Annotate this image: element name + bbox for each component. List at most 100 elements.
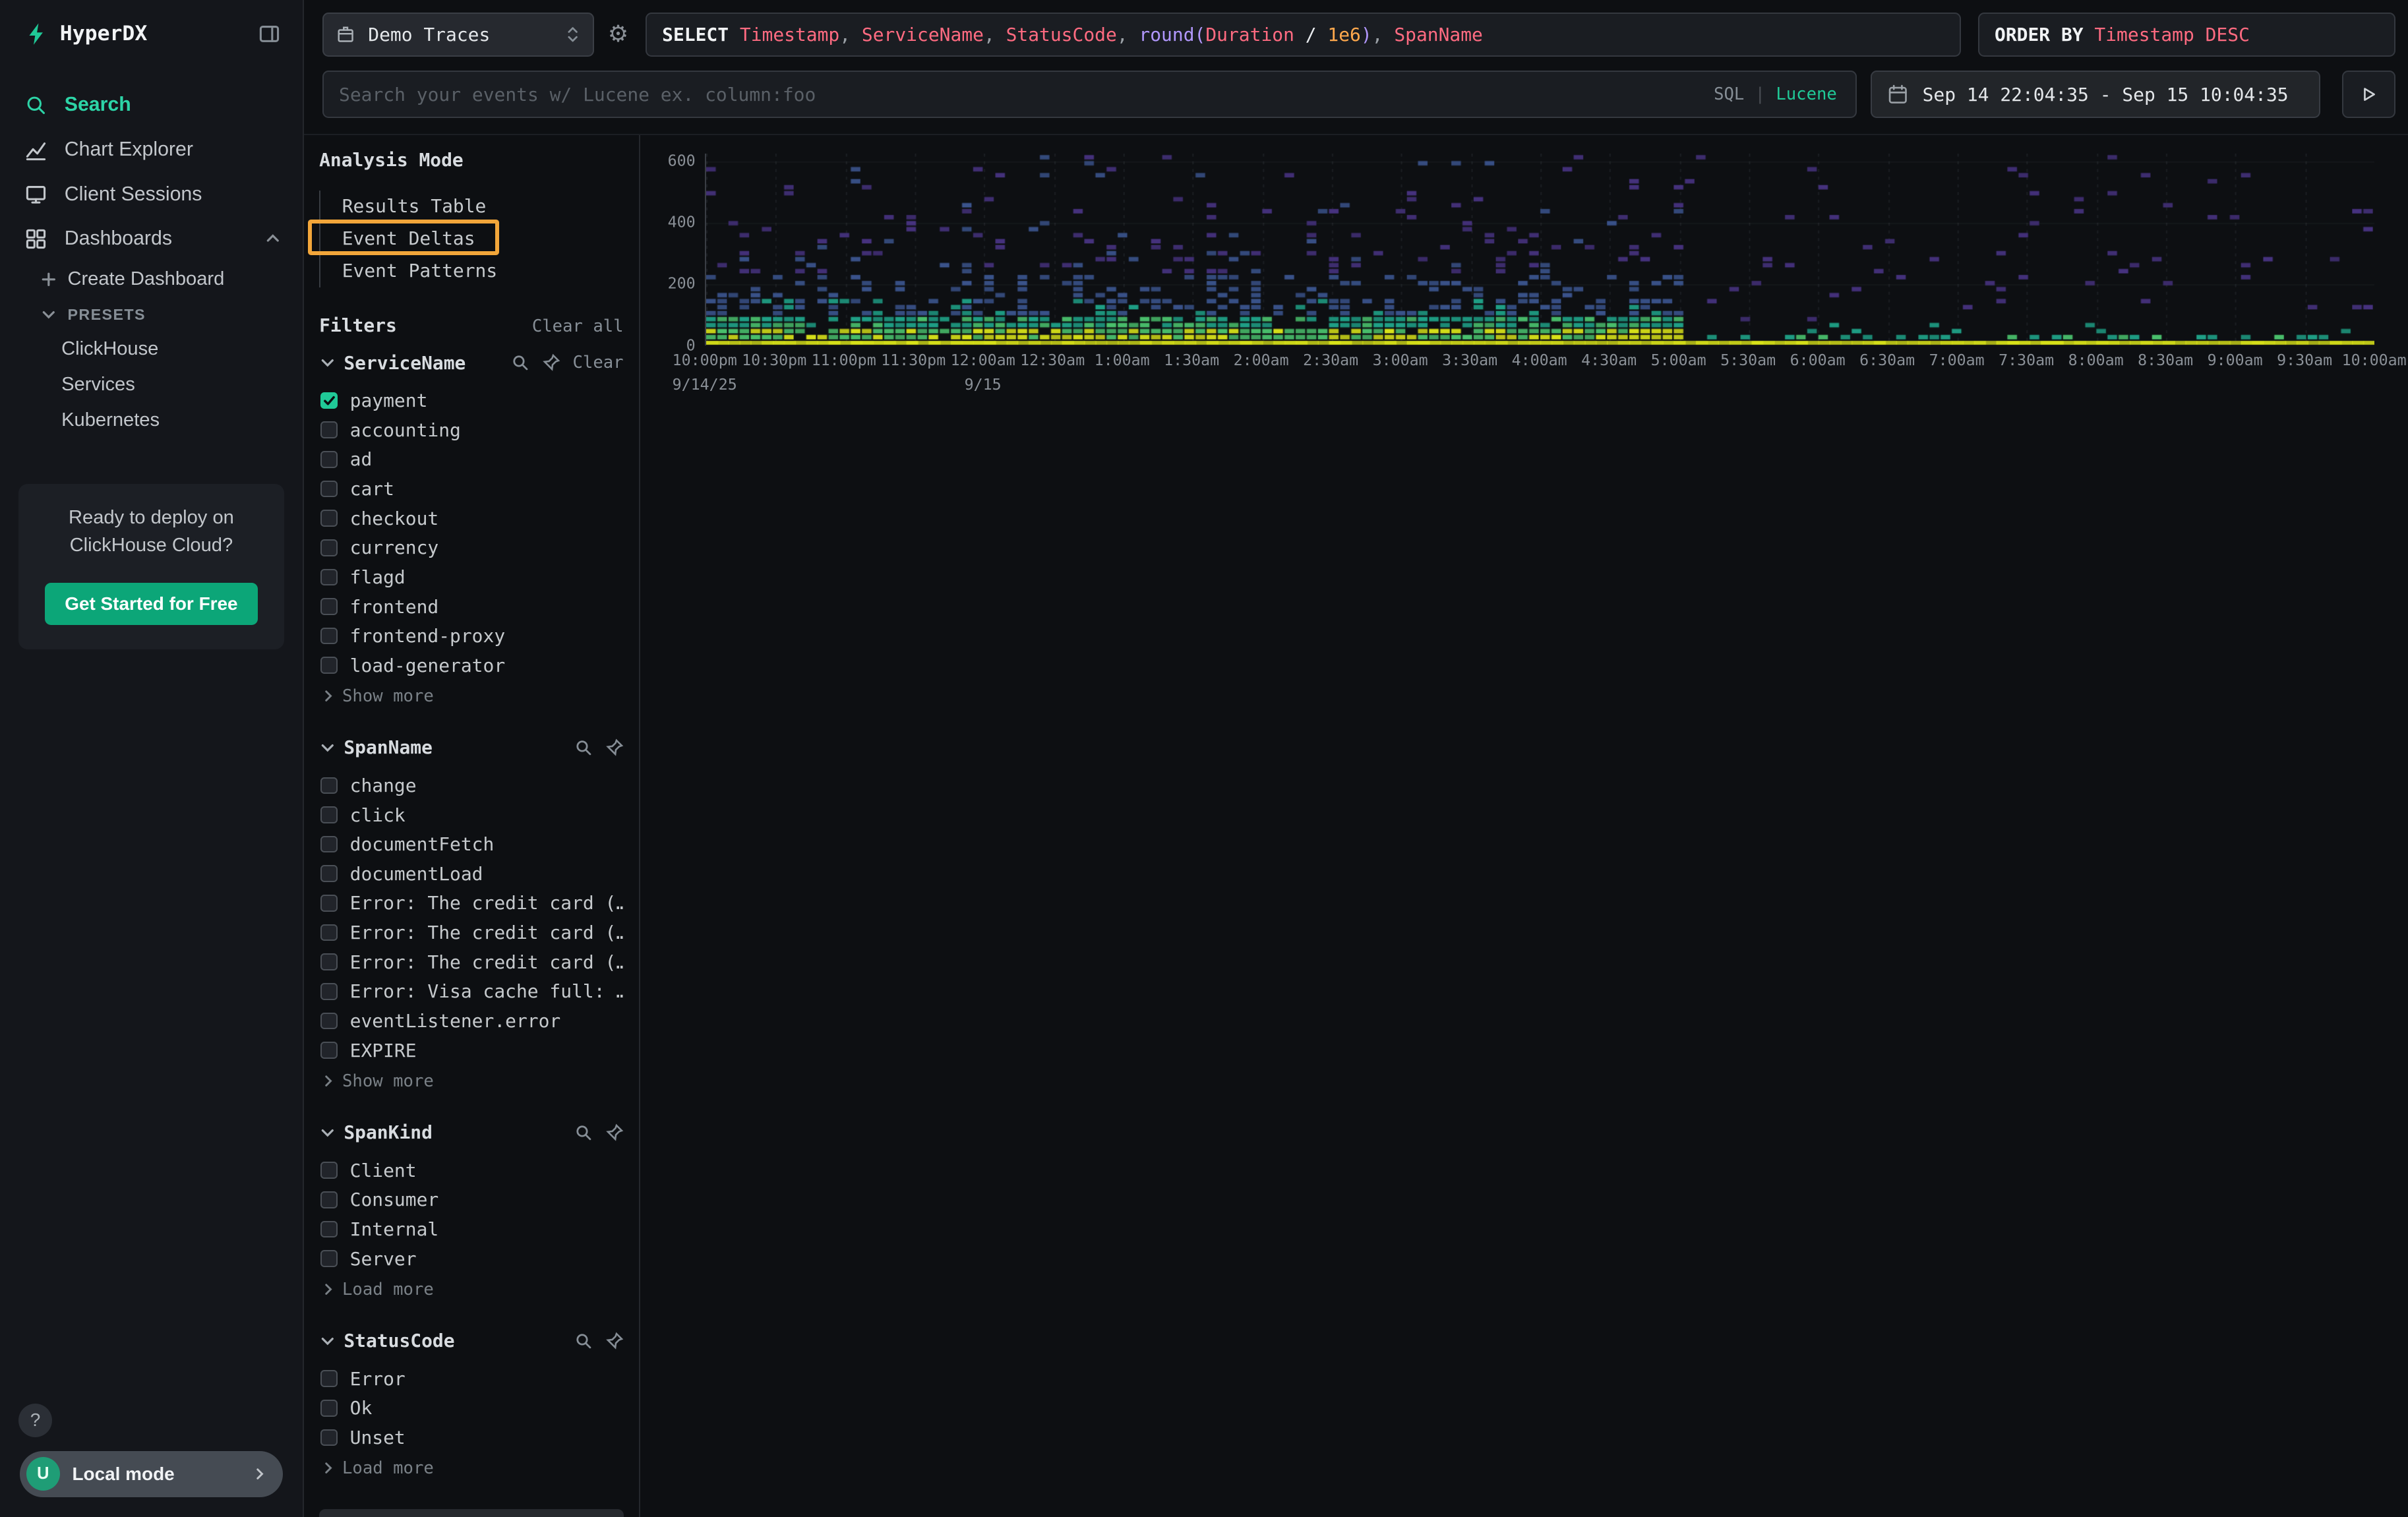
search-icon[interactable]	[511, 353, 529, 372]
order-by-input[interactable]: ORDER BY Timestamp DESC	[1978, 13, 2395, 57]
chevron-right-icon	[320, 1460, 336, 1475]
checkbox[interactable]	[320, 1042, 338, 1059]
filter-group-header[interactable]: StatusCode	[319, 1330, 623, 1352]
more-filters-button[interactable]: More filters	[319, 1509, 623, 1517]
checkbox[interactable]	[320, 983, 338, 1000]
get-started-button[interactable]: Get Started for Free	[45, 583, 258, 626]
run-query-button[interactable]	[2342, 71, 2396, 118]
checkbox[interactable]	[320, 1162, 338, 1179]
checkbox[interactable]	[320, 569, 338, 586]
checkbox[interactable]	[320, 657, 338, 674]
pin-icon[interactable]	[542, 353, 560, 372]
checkbox[interactable]	[320, 510, 338, 527]
presets-toggle[interactable]: PRESETS	[40, 298, 303, 331]
checkbox[interactable]	[320, 628, 338, 645]
source-select[interactable]: Demo Traces	[322, 13, 594, 57]
filter-checkbox-item[interactable]: Error: The credit card (…	[319, 947, 623, 977]
filter-group-header[interactable]: SpanKind	[319, 1121, 623, 1143]
pin-icon[interactable]	[605, 738, 624, 757]
checkbox[interactable]	[320, 598, 338, 615]
help-button[interactable]: ?	[18, 1404, 52, 1437]
heatmap-plot[interactable]	[705, 154, 2374, 345]
filter-group-header[interactable]: ServiceNameClear	[319, 352, 623, 374]
checkbox[interactable]	[320, 865, 338, 882]
analysis-mode-option[interactable]: Results Table	[320, 191, 623, 223]
sql-language-toggle[interactable]: SQL	[1714, 84, 1744, 104]
checkbox[interactable]	[320, 451, 338, 468]
filter-checkbox-item[interactable]: cart	[319, 474, 623, 504]
filter-checkbox-item[interactable]: Unset	[319, 1423, 623, 1452]
sidebar-item-services[interactable]: Services	[40, 367, 303, 402]
checkbox[interactable]	[320, 1191, 338, 1208]
local-mode-button[interactable]: U Local mode	[20, 1451, 282, 1497]
checkbox[interactable]	[320, 777, 338, 794]
checkbox[interactable]	[320, 421, 338, 438]
sql-select-input[interactable]: SELECT Timestamp, ServiceName, StatusCod…	[646, 13, 1961, 57]
filter-checkbox-item[interactable]: change	[319, 771, 623, 800]
sidebar-item-chart-explorer[interactable]: Chart Explorer	[0, 127, 303, 172]
filter-checkbox-item[interactable]: load-generator	[319, 651, 623, 680]
sidebar-item-client-sessions[interactable]: Client Sessions	[0, 172, 303, 217]
checkbox[interactable]	[320, 806, 338, 823]
clear-filter-button[interactable]: Clear	[572, 353, 623, 372]
pin-icon[interactable]	[605, 1332, 624, 1350]
create-dashboard-button[interactable]: Create Dashboard	[40, 261, 303, 298]
checkbox[interactable]	[320, 836, 338, 853]
search-icon[interactable]	[574, 1123, 593, 1142]
search-icon[interactable]	[574, 738, 593, 757]
filter-checkbox-item[interactable]: accounting	[319, 415, 623, 445]
checkbox[interactable]	[320, 1400, 338, 1417]
checkbox-checked[interactable]	[320, 392, 338, 409]
checkbox[interactable]	[320, 1370, 338, 1387]
show-more-button[interactable]: Show more	[319, 1065, 623, 1090]
filter-checkbox-item[interactable]: checkout	[319, 504, 623, 533]
filter-checkbox-item[interactable]: click	[319, 800, 623, 830]
search-icon[interactable]	[574, 1332, 593, 1350]
checkbox[interactable]	[320, 1013, 338, 1030]
checkbox[interactable]	[320, 1429, 338, 1446]
search-input[interactable]	[324, 84, 1714, 105]
sidebar-item-dashboards[interactable]: Dashboards	[0, 216, 303, 261]
checkbox[interactable]	[320, 539, 338, 556]
filter-checkbox-item[interactable]: Error: The credit card (…	[319, 889, 623, 918]
sidebar-item-search[interactable]: Search	[0, 83, 303, 128]
filter-checkbox-item[interactable]: flagd	[319, 562, 623, 592]
filter-checkbox-item[interactable]: Client	[319, 1156, 623, 1185]
filter-checkbox-item[interactable]: Error: Visa cache full: …	[319, 976, 623, 1006]
lucene-language-toggle[interactable]: Lucene	[1776, 84, 1837, 104]
load-more-button[interactable]: Load more	[319, 1452, 623, 1478]
analysis-mode-option[interactable]: Event Patterns	[320, 255, 623, 287]
filter-checkbox-item[interactable]: Error: The credit card (…	[319, 918, 623, 947]
filter-group-header[interactable]: SpanName	[319, 736, 623, 758]
gear-icon[interactable]: ⚙	[608, 23, 628, 46]
filter-checkbox-item[interactable]: currency	[319, 533, 623, 562]
clear-all-button[interactable]: Clear all	[532, 316, 624, 336]
collapse-sidebar-icon[interactable]	[258, 22, 281, 45]
filter-checkbox-item[interactable]: payment	[319, 386, 623, 415]
filter-checkbox-item[interactable]: Internal	[319, 1214, 623, 1244]
checkbox[interactable]	[320, 481, 338, 498]
filter-checkbox-item[interactable]: frontend	[319, 592, 623, 622]
filter-checkbox-item[interactable]: Error	[319, 1364, 623, 1394]
filter-checkbox-item[interactable]: frontend-proxy	[319, 621, 623, 651]
load-more-button[interactable]: Load more	[319, 1273, 623, 1299]
filter-checkbox-item[interactable]: documentFetch	[319, 829, 623, 859]
filter-checkbox-item[interactable]: Consumer	[319, 1185, 623, 1215]
sidebar-item-kubernetes[interactable]: Kubernetes	[40, 402, 303, 438]
filter-checkbox-item[interactable]: eventListener.error	[319, 1006, 623, 1036]
time-range-picker[interactable]: Sep 14 22:04:35 - Sep 15 10:04:35	[1871, 71, 2320, 118]
filter-checkbox-item[interactable]: EXPIRE	[319, 1036, 623, 1065]
checkbox[interactable]	[320, 1250, 338, 1267]
filter-checkbox-item[interactable]: Ok	[319, 1394, 623, 1423]
checkbox[interactable]	[320, 953, 338, 970]
checkbox[interactable]	[320, 924, 338, 941]
checkbox[interactable]	[320, 895, 338, 912]
sidebar-item-clickhouse[interactable]: ClickHouse	[40, 331, 303, 367]
filter-checkbox-item[interactable]: documentLoad	[319, 859, 623, 889]
show-more-button[interactable]: Show more	[319, 680, 623, 706]
checkbox[interactable]	[320, 1221, 338, 1238]
analysis-mode-option[interactable]: Event Deltas	[320, 223, 623, 255]
pin-icon[interactable]	[605, 1123, 624, 1142]
filter-checkbox-item[interactable]: Server	[319, 1244, 623, 1274]
filter-checkbox-item[interactable]: ad	[319, 445, 623, 475]
